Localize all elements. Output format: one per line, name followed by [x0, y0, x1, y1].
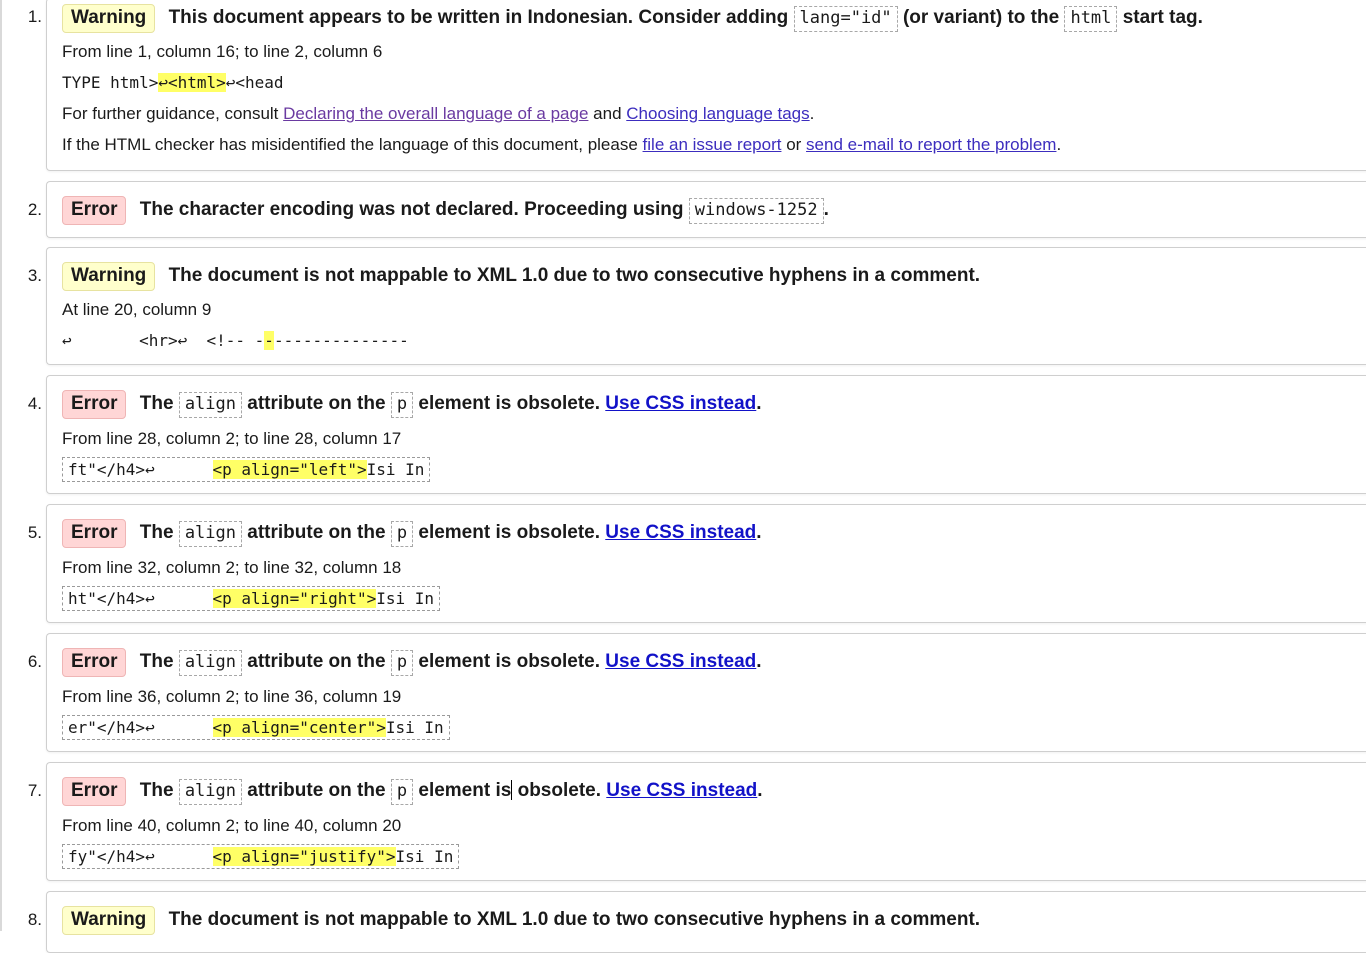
warning-badge: Warning [62, 4, 156, 33]
warning-badge: Warning [62, 262, 156, 291]
highlight: ↩<html> [158, 73, 226, 92]
code-align: align [178, 521, 242, 547]
location: From line 40, column 2; to line 40, colu… [62, 816, 402, 835]
message-number: 6. [27, 652, 42, 671]
message-number: 3. [27, 266, 42, 285]
source-extract: er"</h4>↩ <p align="center">Isi In [62, 715, 450, 740]
code-html: html [1064, 6, 1118, 32]
location: From line 28, column 2; to line 28, colu… [62, 429, 402, 448]
code-align: align [178, 779, 242, 805]
highlight: <p align="right"> [212, 589, 377, 608]
message-title: Error The character encoding was not dec… [62, 196, 829, 225]
message-title: Warning The document is not mappable to … [62, 262, 980, 291]
message-title: Error The align attribute on the p eleme… [62, 648, 762, 677]
link-file-issue[interactable]: file an issue report [643, 135, 782, 154]
code-p: p [390, 521, 414, 547]
error-badge: Error [62, 519, 127, 548]
link-choosing-language-tags[interactable]: Choosing language tags [626, 104, 809, 123]
error-badge: Error [62, 196, 127, 225]
message-card: Warning The document is not mappable to … [46, 247, 1366, 365]
link-use-css[interactable]: Use CSS instead [605, 393, 756, 414]
code-lang-attr: lang="id" [793, 6, 898, 32]
message-number: 2. [27, 200, 42, 219]
message-number: 7. [27, 781, 42, 800]
source-extract: fy"</h4>↩ <p align="justify">Isi In [62, 844, 460, 869]
message-title: Error The align attribute on the p eleme… [62, 777, 763, 806]
code-align: align [178, 392, 242, 418]
link-declaring-language[interactable]: Declaring the overall language of a page [283, 104, 588, 123]
link-use-css[interactable]: Use CSS instead [605, 651, 756, 672]
error-badge: Error [62, 777, 127, 806]
message-card: Error The character encoding was not dec… [46, 181, 1366, 238]
highlight: <p align="justify"> [212, 847, 396, 866]
highlight: <p align="left"> [212, 460, 367, 479]
message-number: 8. [27, 910, 42, 929]
location: At line 20, column 9 [62, 300, 212, 319]
source-extract: ↩ <hr>↩ <!-- ---------------- [62, 331, 409, 350]
message-card: Warning This document appears to be writ… [46, 0, 1366, 171]
message-title: Warning This document appears to be writ… [62, 4, 1203, 33]
message-number: 1. [27, 7, 42, 26]
location: From line 32, column 2; to line 32, colu… [62, 558, 402, 577]
message-title: Error The align attribute on the p eleme… [62, 390, 762, 419]
message-number: 4. [27, 394, 42, 413]
source-extract: ht"</h4>↩ <p align="right">Isi In [62, 586, 441, 611]
link-send-email[interactable]: send e-mail to report the problem [806, 135, 1056, 154]
link-use-css[interactable]: Use CSS instead [605, 522, 756, 543]
text-cursor [511, 780, 513, 800]
highlight: - [264, 331, 274, 350]
message-card: Warning The document is not mappable to … [46, 891, 1366, 953]
message-card: Error The align attribute on the p eleme… [46, 375, 1366, 494]
code-align: align [178, 650, 242, 676]
guidance-line: For further guidance, consult Declaring … [62, 104, 815, 123]
report-line: If the HTML checker has misidentified th… [62, 135, 1062, 154]
error-badge: Error [62, 648, 127, 677]
message-card: Error The align attribute on the p eleme… [46, 633, 1366, 752]
source-extract: TYPE html>↩<html>↩<head [62, 73, 284, 92]
source-extract: ft"</h4>↩ <p align="left">Isi In [62, 457, 431, 482]
code-p: p [390, 779, 414, 805]
link-use-css[interactable]: Use CSS instead [606, 780, 757, 801]
code-p: p [390, 392, 414, 418]
highlight: <p align="center"> [212, 718, 386, 737]
message-number: 5. [27, 523, 42, 542]
code-encoding: windows-1252 [688, 198, 824, 224]
message-card: Error The align attribute on the p eleme… [46, 504, 1366, 623]
code-p: p [390, 650, 414, 676]
message-title: Error The align attribute on the p eleme… [62, 519, 762, 548]
location: From line 1, column 16; to line 2, colum… [62, 42, 383, 61]
error-badge: Error [62, 390, 127, 419]
location: From line 36, column 2; to line 36, colu… [62, 687, 402, 706]
message-card: Error The align attribute on the p eleme… [46, 762, 1366, 881]
